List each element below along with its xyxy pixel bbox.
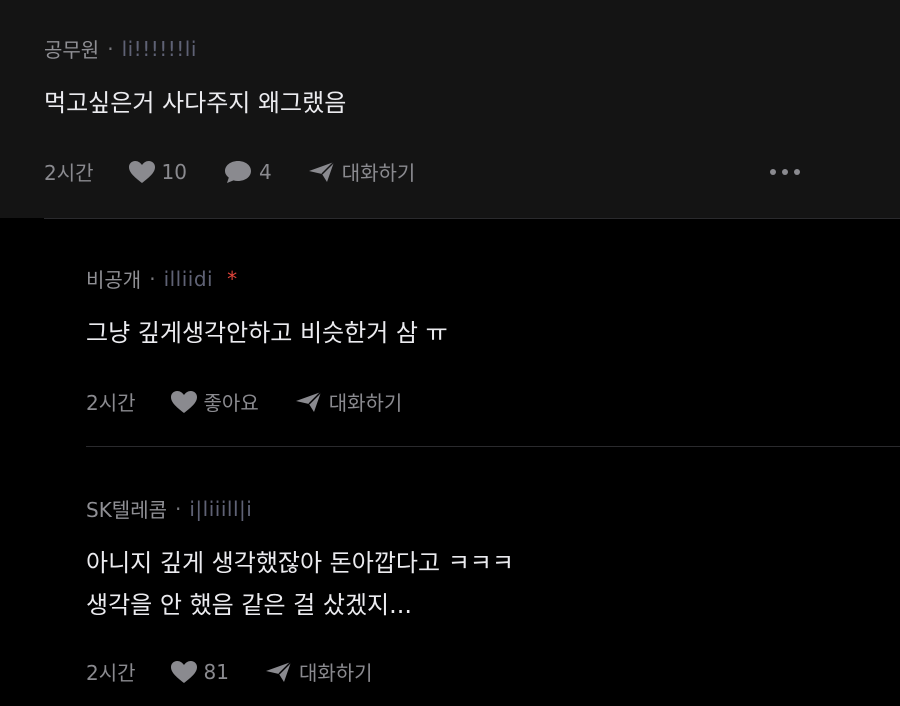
comment-time: 2시간 xyxy=(44,161,94,185)
paper-plane-icon xyxy=(308,160,335,182)
more-dots-icon xyxy=(794,168,800,175)
separator-dot: · xyxy=(175,496,182,521)
more-dots-icon xyxy=(770,168,776,175)
comment-time: 2시간 xyxy=(86,661,136,685)
separator-dot: · xyxy=(107,36,114,61)
author-marker: * xyxy=(227,266,238,291)
comment-body: 먹고싶은거 사다주지 왜그랬음 xyxy=(44,82,346,124)
comment-nickname[interactable]: li!!!!!!li xyxy=(122,37,197,61)
comment-author[interactable]: SK텔레콤 xyxy=(86,494,167,523)
comment-body-line: 생각을 안 했음 같은 걸 샀겠지... xyxy=(86,591,412,619)
separator-dot: · xyxy=(149,266,156,291)
comment-body-line: 그냥 깊게생각안하고 비슷한거 삼 ㅠ xyxy=(86,319,448,347)
more-button[interactable] xyxy=(770,168,800,175)
reply-button[interactable]: 4 xyxy=(223,159,272,185)
heart-icon xyxy=(170,390,197,413)
like-button[interactable]: 10 xyxy=(128,160,187,184)
like-button[interactable]: 좋아요 xyxy=(170,387,259,416)
comment-author[interactable]: 공무원 xyxy=(44,34,99,63)
heart-icon xyxy=(128,160,155,183)
reply-header: SK텔레콤 · i|liiill|i xyxy=(86,494,252,523)
divider xyxy=(44,218,900,219)
comment-actions: 2시간 10 4 대화하기 xyxy=(44,157,856,186)
chat-button[interactable]: 대화하기 xyxy=(295,387,403,416)
comment-header: 공무원 · li!!!!!!li xyxy=(44,34,197,63)
comment-thread: 공무원 · li!!!!!!li 먹고싶은거 사다주지 왜그랬음 2시간 10 … xyxy=(0,0,900,706)
paper-plane-icon xyxy=(265,660,292,682)
like-count: 10 xyxy=(161,159,187,184)
reply-actions: 2시간 81 대화하기 xyxy=(86,657,409,686)
reply-actions: 2시간 좋아요 대화하기 xyxy=(86,387,438,416)
paper-plane-icon xyxy=(295,390,322,412)
like-label: 좋아요 xyxy=(203,391,259,415)
chat-button[interactable]: 대화하기 xyxy=(308,157,416,186)
reply-count: 4 xyxy=(258,159,272,184)
chat-label: 대화하기 xyxy=(328,391,403,415)
more-dots-icon xyxy=(782,168,788,175)
reply-body: 아니지 깊게 생각했잖아 돈아깝다고 ㅋㅋㅋ 생각을 안 했음 같은 걸 샀겠지… xyxy=(86,542,514,626)
reply-header: 비공개 · illiidi * xyxy=(86,264,237,293)
reply-body: 그냥 깊게생각안하고 비슷한거 삼 ㅠ xyxy=(86,312,448,354)
comment-nickname[interactable]: illiidi xyxy=(164,267,214,291)
comment-nickname[interactable]: i|liiill|i xyxy=(189,497,252,521)
like-count: 81 xyxy=(203,659,229,684)
chat-button[interactable]: 대화하기 xyxy=(265,657,373,686)
speech-bubble-icon xyxy=(224,160,251,183)
comment-body-line: 아니지 깊게 생각했잖아 돈아깝다고 ㅋㅋㅋ xyxy=(86,549,514,577)
chat-label: 대화하기 xyxy=(341,161,416,185)
divider xyxy=(86,446,900,447)
heart-icon xyxy=(170,660,197,683)
comment-time: 2시간 xyxy=(86,391,136,415)
chat-label: 대화하기 xyxy=(298,661,373,685)
like-button[interactable]: 81 xyxy=(170,660,229,684)
comment-author[interactable]: 비공개 xyxy=(86,264,141,293)
comment-body-line: 먹고싶은거 사다주지 왜그랬음 xyxy=(44,89,347,117)
